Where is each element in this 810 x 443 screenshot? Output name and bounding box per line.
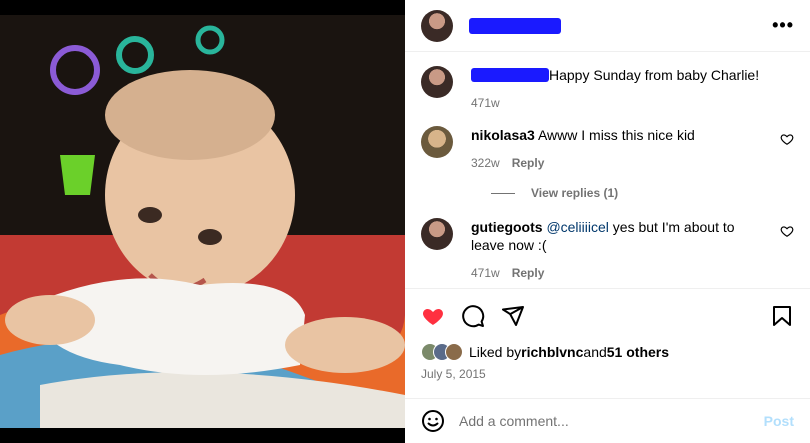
view-replies-button[interactable]: View replies (1) (491, 186, 794, 200)
liker-avatars[interactable] (421, 343, 463, 361)
author-username-redacted[interactable] (469, 17, 561, 34)
post-viewer: ••• Happy Sunday from baby Charlie! 471w… (0, 0, 810, 443)
reply-button[interactable]: Reply (512, 156, 545, 170)
comment-input[interactable] (459, 413, 764, 429)
post-media (0, 0, 405, 443)
commenter-avatar[interactable] (421, 126, 453, 158)
like-heart-icon[interactable] (421, 304, 445, 328)
post-header: ••• (405, 0, 810, 52)
post-actions: Liked by richblvnc and 51 others July 5,… (405, 288, 810, 381)
caption-text: Happy Sunday from baby Charlie! (549, 67, 760, 83)
author-avatar[interactable] (421, 9, 453, 42)
comment-text: Awww I miss this nice kid (537, 127, 695, 143)
baby-photo[interactable] (0, 15, 405, 428)
comment-mention-link[interactable]: @celiiiicel (546, 219, 608, 235)
share-icon[interactable] (501, 304, 525, 328)
commenter-avatar[interactable] (421, 218, 453, 250)
liker-username[interactable]: richblvnc (521, 344, 583, 360)
comment: nikolasa3 Awww I miss this nice kid 322w… (421, 126, 794, 172)
comment: gutiegoots @celiiiicel yes but I'm about… (421, 218, 794, 282)
caption-author-avatar[interactable] (421, 66, 453, 98)
caption: Happy Sunday from baby Charlie! 471w (421, 66, 794, 112)
like-comment-heart-icon[interactable] (780, 224, 794, 238)
caption-author-redacted[interactable] (471, 68, 549, 82)
more-options-icon[interactable]: ••• (772, 15, 794, 36)
comment-age[interactable]: 471w (471, 266, 500, 280)
reply-button[interactable]: Reply (512, 266, 545, 280)
likes-others-link[interactable]: 51 others (607, 344, 669, 360)
comments-list[interactable]: Happy Sunday from baby Charlie! 471w nik… (405, 52, 810, 286)
liker-avatar (445, 343, 463, 361)
like-comment-heart-icon[interactable] (780, 132, 794, 146)
comment-username[interactable]: nikolasa3 (471, 127, 535, 143)
comment-icon[interactable] (461, 304, 485, 328)
post-date[interactable]: July 5, 2015 (421, 367, 794, 381)
likes-and: and (583, 344, 607, 360)
comment-age[interactable]: 322w (471, 156, 500, 170)
comment-username[interactable]: gutiegoots (471, 219, 543, 235)
bookmark-icon[interactable] (770, 304, 794, 328)
photo-illustration (0, 15, 405, 428)
caption-age[interactable]: 471w (471, 96, 500, 110)
comment-composer: Post (405, 398, 810, 443)
view-replies-label: View replies (1) (531, 186, 619, 200)
post-comment-button[interactable]: Post (764, 413, 794, 429)
likes-prefix: Liked by (469, 344, 522, 360)
view-replies-divider (491, 192, 515, 194)
emoji-icon[interactable] (421, 409, 445, 433)
likes-summary: Liked by richblvnc and 51 others (421, 343, 794, 361)
post-panel: ••• Happy Sunday from baby Charlie! 471w… (405, 0, 810, 443)
